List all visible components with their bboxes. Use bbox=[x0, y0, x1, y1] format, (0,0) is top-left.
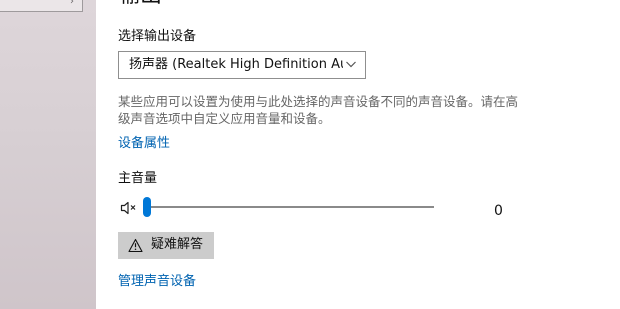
output-device-dropdown[interactable]: 扬声器 (Realtek High Definition Audi... bbox=[118, 51, 366, 79]
master-volume-label: 主音量 bbox=[118, 171, 158, 186]
troubleshoot-button[interactable]: 疑难解答 bbox=[118, 232, 214, 259]
volume-slider-track bbox=[147, 206, 434, 208]
selected-output-device: 扬声器 (Realtek High Definition Audi... bbox=[129, 57, 343, 72]
manage-sound-devices-link[interactable]: 管理声音设备 bbox=[118, 274, 196, 290]
volume-value: 0 bbox=[494, 203, 503, 219]
navigation-pane: › bbox=[0, 0, 96, 309]
choose-output-device-label: 选择输出设备 bbox=[118, 29, 197, 44]
sound-settings-window: › 输出 选择输出设备 扬声器 (Realtek High Definition… bbox=[0, 0, 620, 309]
output-device-description: 某些应用可以设置为使用与此处选择的声音设备不同的声音设备。请在高级声音选项中自定… bbox=[118, 94, 519, 126]
device-properties-link[interactable]: 设备属性 bbox=[118, 136, 170, 152]
chevron-right-icon: › bbox=[70, 0, 74, 7]
chevron-down-icon bbox=[346, 61, 356, 68]
troubleshoot-button-label: 疑难解答 bbox=[151, 237, 204, 252]
master-volume-slider[interactable] bbox=[143, 197, 434, 217]
navigation-pane-button[interactable]: › bbox=[0, 0, 83, 12]
warning-icon bbox=[128, 238, 143, 253]
speaker-muted-icon[interactable] bbox=[120, 200, 138, 216]
volume-slider-thumb[interactable] bbox=[143, 197, 151, 217]
output-heading: 输出 bbox=[118, 0, 162, 8]
